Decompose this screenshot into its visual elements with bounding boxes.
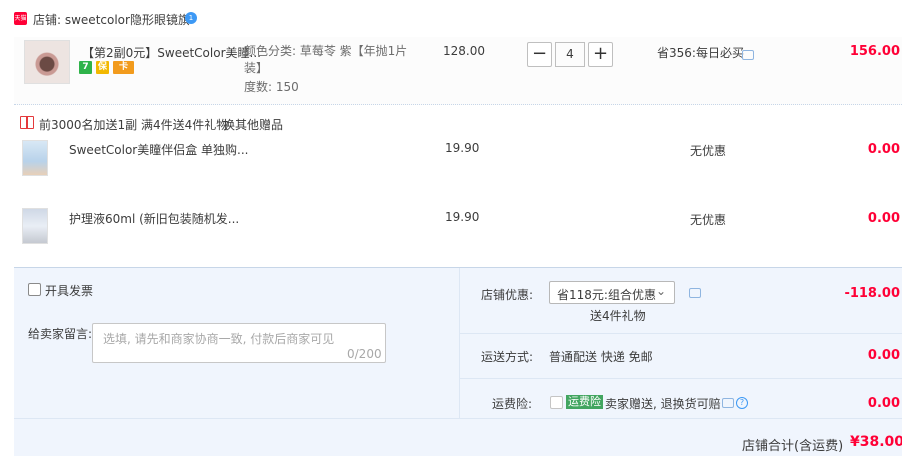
gift-promo-text: 前3000名加送1副 xyxy=(39,118,138,132)
sku-degree: 度数: 150 xyxy=(244,80,299,94)
message-label: 给卖家留言: xyxy=(28,327,93,341)
change-gift-link[interactable]: 换其他赠品 xyxy=(223,116,283,133)
invoice-checkbox[interactable] xyxy=(28,283,41,296)
insurance-checkbox[interactable] xyxy=(550,396,563,409)
gift-promo-text-2: 满4件送4件礼物 xyxy=(141,118,229,132)
shop-total-label: 店铺合计(含运费) xyxy=(742,439,844,454)
wangwang-icon[interactable]: 1 xyxy=(185,12,197,24)
sku-color-cont: 装】 xyxy=(244,61,269,75)
gift-price: 19.90 xyxy=(445,210,480,224)
shop-discount-sub: 送4件礼物 xyxy=(590,309,646,323)
guarantee-icon: 保 xyxy=(96,61,109,74)
gift-title[interactable]: SweetColor美瞳伴侣盒 单独购... xyxy=(69,141,249,158)
shop-total-value: ¥38.00 xyxy=(850,434,902,450)
chat-icon[interactable] xyxy=(689,288,701,298)
sku-color: 颜色分类: 草莓苓 紫【年抛1片 xyxy=(244,44,408,58)
insurance-amount: 0.00 xyxy=(867,396,900,411)
chat-icon[interactable] xyxy=(722,398,734,408)
item-subtotal: 156.00 xyxy=(849,44,900,59)
footer-row-divider xyxy=(14,418,902,419)
shop-discount-value[interactable]: 省118元:组合优惠 xyxy=(557,286,656,303)
seven-day-return-icon: 7 xyxy=(79,61,92,74)
footer-divider xyxy=(459,268,460,418)
gift-subtotal: 0.00 xyxy=(867,211,900,226)
insurance-text: 卖家赠送, 退换货可赔 xyxy=(605,397,721,411)
card-payment-icon: 卡 xyxy=(113,61,134,74)
tmall-badge-icon: 天猫 xyxy=(14,12,27,25)
unit-price: 128.00 xyxy=(443,44,485,58)
qty-minus-button[interactable]: − xyxy=(527,42,552,67)
gift-promo: 无优惠 xyxy=(690,144,727,158)
gift-subtotal: 0.00 xyxy=(867,142,900,157)
shop-discount-label: 店铺优惠: xyxy=(481,288,534,302)
quantity-stepper: − 4 + xyxy=(527,42,613,67)
gift-icon xyxy=(20,116,34,129)
gift-promo: 无优惠 xyxy=(690,213,727,227)
footer-row-divider xyxy=(460,378,902,379)
chat-icon[interactable] xyxy=(742,50,754,60)
message-placeholder: 选填, 请先和商家协商一致, 付款后商家可见 xyxy=(103,332,335,346)
gift-thumbnail[interactable] xyxy=(22,208,48,244)
shipping-label: 运送方式: xyxy=(481,350,534,364)
shipping-amount: 0.00 xyxy=(867,348,900,363)
footer-row-divider xyxy=(460,333,902,334)
promo-text: 省356:每日必买 xyxy=(657,46,744,60)
insurance-badge: 运费险 xyxy=(566,395,603,409)
invoice-label[interactable]: 开具发票 xyxy=(45,282,93,299)
gift-thumbnail[interactable] xyxy=(22,140,48,176)
qty-input[interactable]: 4 xyxy=(555,42,585,67)
shop-discount-amount: -118.00 xyxy=(844,286,900,301)
gift-price: 19.90 xyxy=(445,141,480,155)
message-counter: 0/200 xyxy=(347,347,382,361)
gift-title[interactable]: 护理液60ml (新旧包装随机发... xyxy=(69,210,239,227)
product-title-link[interactable]: 【第2副0元】SweetColor美瞳... xyxy=(82,44,261,61)
product-thumbnail[interactable] xyxy=(24,40,70,84)
shop-name-link[interactable]: 店铺: sweetcolor隐形眼镜旗 xyxy=(33,11,190,28)
dropdown-chevron-icon[interactable]: ⌄ xyxy=(656,284,666,298)
help-icon[interactable]: ? xyxy=(736,397,748,409)
insurance-label: 运费险: xyxy=(492,397,533,411)
qty-plus-button[interactable]: + xyxy=(588,42,613,67)
shipping-value: 普通配送 快递 免邮 xyxy=(549,350,653,364)
